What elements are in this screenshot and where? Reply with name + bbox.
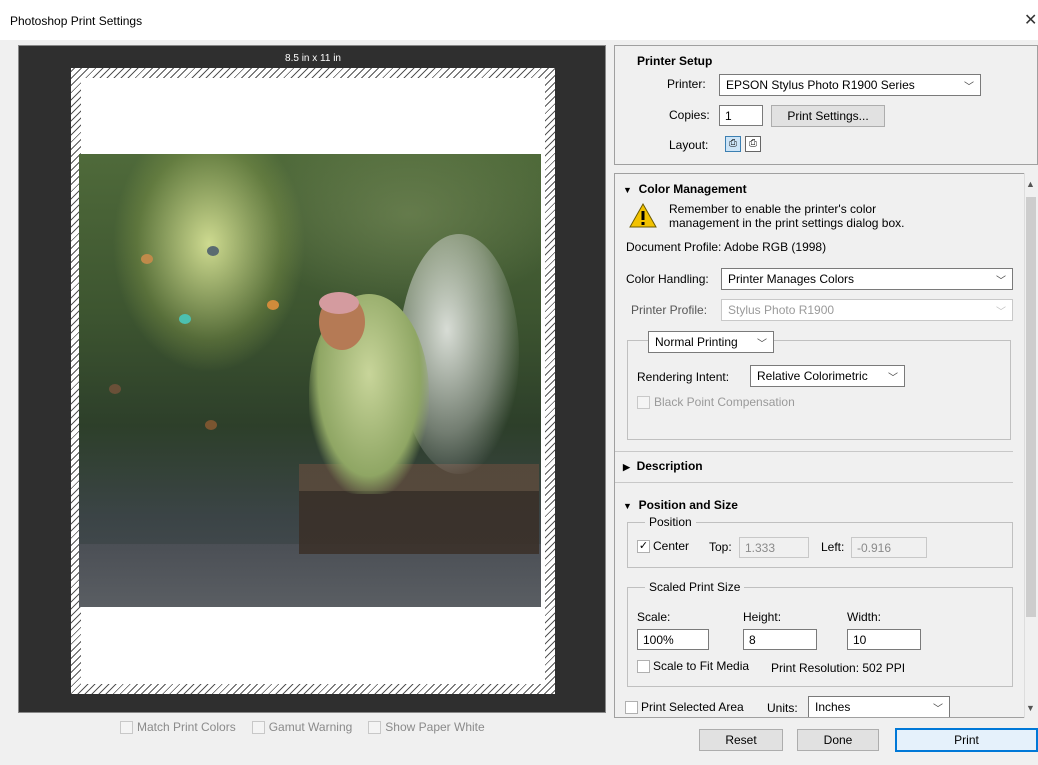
- scroll-up-icon[interactable]: ▲: [1026, 179, 1035, 189]
- chevron-down-icon: ﹀: [757, 338, 767, 350]
- width-input[interactable]: 10: [847, 629, 921, 650]
- rendering-intent-label: Rendering Intent:: [637, 370, 730, 384]
- scale-to-fit-checkbox[interactable]: Scale to Fit Media: [637, 659, 749, 673]
- settings-scroll-panel[interactable]: ▼ Color Management Remember to enable th…: [614, 173, 1038, 718]
- print-button[interactable]: Print: [895, 728, 1038, 752]
- color-management-heading[interactable]: ▼ Color Management: [623, 182, 747, 196]
- width-label: Width:: [847, 610, 882, 624]
- printer-profile-label: Printer Profile:: [631, 303, 708, 317]
- triangle-down-icon: ▼: [623, 501, 632, 511]
- preview-image[interactable]: [79, 154, 541, 607]
- black-point-checkbox: Black Point Compensation: [637, 395, 795, 409]
- section-divider: [615, 451, 1013, 452]
- print-selected-area-checkbox[interactable]: Print Selected Area: [625, 700, 744, 714]
- left-label: Left:: [821, 540, 845, 554]
- center-checkbox[interactable]: Center: [637, 539, 689, 553]
- scale-input[interactable]: 100%: [637, 629, 709, 650]
- print-resolution: Print Resolution: 502 PPI: [771, 661, 906, 675]
- scroll-down-icon[interactable]: ▼: [1026, 703, 1035, 713]
- reset-button[interactable]: Reset: [699, 729, 783, 751]
- scaled-print-size-legend: Scaled Print Size: [645, 580, 745, 594]
- left-input: -0.916: [851, 537, 927, 558]
- chevron-down-icon: ﹀: [888, 372, 898, 384]
- butterfly-icon: [109, 384, 121, 394]
- units-label: Units:: [767, 701, 798, 715]
- printer-label: Printer:: [667, 77, 706, 91]
- color-handling-label: Color Handling:: [626, 272, 709, 286]
- preview-options: Match Print Colors Gamut Warning Show Pa…: [120, 720, 485, 734]
- scale-label: Scale:: [637, 610, 671, 624]
- warning-text-line2: management in the print settings dialog …: [669, 216, 905, 230]
- print-settings-button[interactable]: Print Settings...: [771, 105, 885, 127]
- match-print-colors-checkbox[interactable]: Match Print Colors: [120, 720, 236, 734]
- landscape-layout-icon[interactable]: ⎙: [745, 136, 761, 152]
- image-flower-crown: [319, 292, 359, 314]
- printer-setup-heading: Printer Setup: [637, 54, 713, 68]
- title-bar: [0, 0, 1038, 40]
- show-paper-white-checkbox[interactable]: Show Paper White: [368, 720, 485, 734]
- paper-size-label: 8.5 in x 11 in: [285, 53, 341, 64]
- portrait-layout-icon[interactable]: ⎙: [725, 136, 741, 152]
- rendering-intent-select[interactable]: Relative Colorimetric ﹀: [750, 365, 905, 387]
- layout-label: Layout:: [669, 138, 709, 152]
- height-input[interactable]: 8: [743, 629, 817, 650]
- color-handling-select[interactable]: Printer Manages Colors ﹀: [721, 268, 1013, 290]
- triangle-down-icon: ▼: [623, 185, 632, 195]
- warning-icon: [629, 202, 657, 228]
- section-divider: [615, 482, 1013, 483]
- warning-text-line1: Remember to enable the printer's color: [669, 202, 877, 216]
- top-input: 1.333: [739, 537, 809, 558]
- chevron-down-icon: ﹀: [996, 306, 1006, 318]
- butterfly-icon: [141, 254, 153, 264]
- printing-mode-select[interactable]: Normal Printing ﹀: [648, 331, 774, 353]
- height-label: Height:: [743, 610, 782, 624]
- scrollbar-thumb[interactable]: [1026, 197, 1036, 617]
- copies-input[interactable]: 1: [719, 105, 763, 126]
- position-size-heading[interactable]: ▼ Position and Size: [623, 498, 738, 512]
- copies-label: Copies:: [669, 108, 710, 122]
- gamut-warning-checkbox[interactable]: Gamut Warning: [251, 720, 352, 734]
- chevron-down-icon: ﹀: [996, 275, 1006, 287]
- triangle-right-icon: ▶: [623, 462, 630, 472]
- chevron-down-icon: ﹀: [964, 81, 974, 93]
- chevron-down-icon: ﹀: [933, 703, 943, 715]
- butterfly-icon: [179, 314, 191, 324]
- done-button[interactable]: Done: [797, 729, 879, 751]
- printer-setup-panel: Printer Setup Printer: EPSON Stylus Phot…: [614, 45, 1038, 165]
- window-title: Photoshop Print Settings: [10, 14, 143, 28]
- description-heading[interactable]: ▶ Description: [623, 459, 703, 473]
- butterfly-icon: [267, 300, 279, 310]
- document-profile: Document Profile: Adobe RGB (1998): [626, 240, 827, 254]
- top-label: Top:: [709, 540, 732, 554]
- butterfly-icon: [207, 246, 219, 256]
- print-preview: 8.5 in x 11 in: [18, 45, 606, 713]
- close-icon[interactable]: ✕: [1024, 10, 1037, 30]
- units-select[interactable]: Inches ﹀: [808, 696, 950, 717]
- printer-select[interactable]: EPSON Stylus Photo R1900 Series ﹀: [719, 74, 981, 96]
- position-legend: Position: [645, 515, 696, 529]
- printing-options-group: [627, 340, 1011, 440]
- butterfly-icon: [205, 420, 217, 430]
- printer-profile-select: Stylus Photo R1900 ﹀: [721, 299, 1013, 321]
